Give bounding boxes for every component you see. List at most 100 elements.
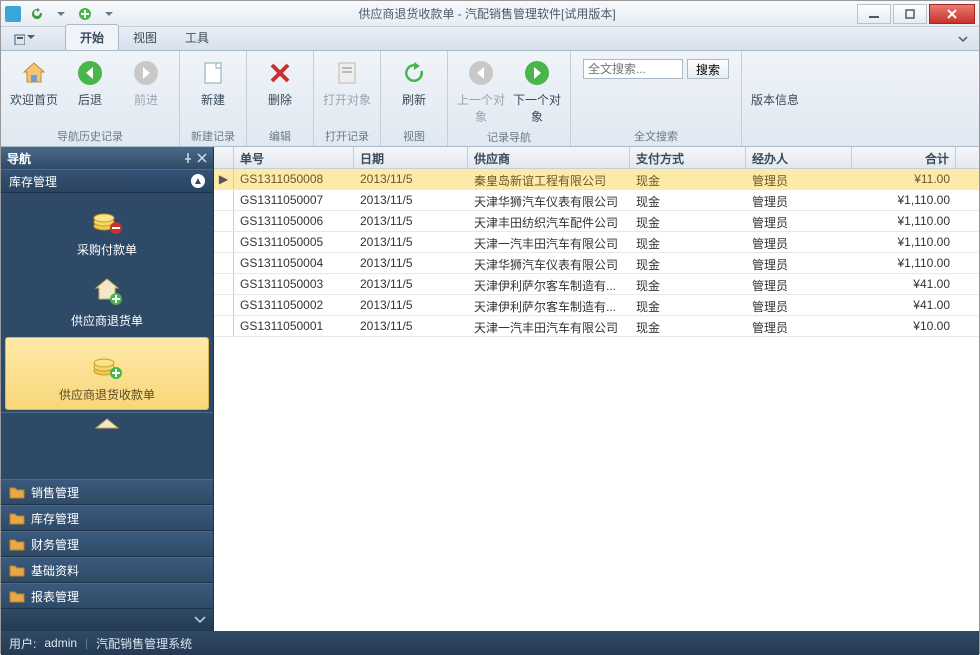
file-menu-button[interactable] (7, 31, 45, 47)
ribbon-group-search: 搜索 全文搜索 (571, 51, 742, 146)
forward-button: 前进 (119, 55, 173, 110)
cell-total: ¥1,110.00 (852, 253, 956, 273)
col-date[interactable]: 日期 (354, 147, 468, 168)
cell-supplier: 天津华狮汽车仪表有限公司 (468, 190, 630, 210)
cell-id: GS1311050006 (234, 211, 354, 231)
forward-icon (130, 57, 162, 89)
cell-id: GS1311050004 (234, 253, 354, 273)
minimize-button[interactable] (857, 4, 891, 24)
col-pay[interactable]: 支付方式 (630, 147, 746, 168)
nav-section-header[interactable]: 库存管理 ▲ (1, 169, 213, 193)
cell-op: 管理员 (746, 232, 852, 252)
status-user: admin (44, 636, 77, 650)
cell-id: GS1311050008 (234, 169, 354, 189)
cell-op: 管理员 (746, 190, 852, 210)
cell-op: 管理员 (746, 211, 852, 231)
col-id[interactable]: 单号 (234, 147, 354, 168)
cell-date: 2013/11/5 (354, 253, 468, 273)
nav-cat-finance[interactable]: 财务管理 (1, 531, 213, 557)
coins-plus-icon (89, 346, 125, 382)
back-icon (74, 57, 106, 89)
maximize-button[interactable] (893, 4, 927, 24)
nav-item-partial[interactable] (1, 412, 213, 432)
grid-body[interactable]: ▶GS13110500082013/11/5秦皇岛新谊工程有限公司现金管理员¥1… (214, 169, 979, 631)
col-op[interactable]: 经办人 (746, 147, 852, 168)
status-app: 汽配销售管理系统 (96, 635, 192, 652)
nav-cat-reports[interactable]: 报表管理 (1, 583, 213, 609)
status-user-label: 用户: (9, 635, 36, 652)
col-supplier[interactable]: 供应商 (468, 147, 630, 168)
next-icon (521, 57, 553, 89)
group-title-edit: 编辑 (253, 126, 307, 144)
table-row[interactable]: ▶GS13110500082013/11/5秦皇岛新谊工程有限公司现金管理员¥1… (214, 169, 979, 190)
house-icon (89, 417, 125, 432)
ribbon-group-open: 打开对象 打开记录 (314, 51, 381, 146)
col-total[interactable]: 合计 (852, 147, 956, 168)
table-row[interactable]: GS13110500022013/11/5天津伊利萨尔客车制造有...现金管理员… (214, 295, 979, 316)
table-row[interactable]: GS13110500072013/11/5天津华狮汽车仪表有限公司现金管理员¥1… (214, 190, 979, 211)
coins-minus-icon (89, 201, 125, 237)
cell-date: 2013/11/5 (354, 190, 468, 210)
table-row[interactable]: GS13110500032013/11/5天津伊利萨尔客车制造有...现金管理员… (214, 274, 979, 295)
delete-button[interactable]: 删除 (253, 55, 307, 110)
nav-cat-sales[interactable]: 销售管理 (1, 479, 213, 505)
close-button[interactable] (929, 4, 975, 24)
version-button[interactable]: 版本信息 (748, 55, 802, 110)
cell-supplier: 天津丰田纺织汽车配件公司 (468, 211, 630, 231)
table-row[interactable]: GS13110500062013/11/5天津丰田纺织汽车配件公司现金管理员¥1… (214, 211, 979, 232)
tab-view[interactable]: 视图 (119, 25, 171, 50)
ribbon: 欢迎首页 后退 前进 导航历史记录 新建 新建记录 删除 (1, 51, 979, 147)
cell-op: 管理员 (746, 253, 852, 273)
nav-close-icon[interactable] (197, 153, 207, 163)
nav-item-supplier-return[interactable]: 供应商退货单 (1, 264, 213, 335)
nav-panel: 导航 库存管理 ▲ 采购付款单 供应商退货单 供应商退货收款单 (1, 147, 214, 631)
row-indicator (214, 316, 234, 336)
table-row[interactable]: GS13110500052013/11/5天津一汽丰田汽车有限公司现金管理员¥1… (214, 232, 979, 253)
next-record-button[interactable]: 下一个对象 (510, 55, 564, 127)
status-bar: 用户: admin | 汽配销售管理系统 (1, 631, 979, 655)
home-button[interactable]: 欢迎首页 (7, 55, 61, 110)
new-button[interactable]: 新建 (186, 55, 240, 110)
refresh-button[interactable]: 刷新 (387, 55, 441, 110)
collapse-icon[interactable]: ▲ (191, 174, 205, 188)
cell-pay: 现金 (630, 232, 746, 252)
nav-pin-icon[interactable] (183, 153, 193, 163)
search-button[interactable]: 搜索 (687, 59, 729, 79)
nav-body: 采购付款单 供应商退货单 供应商退货收款单 (1, 193, 213, 479)
group-title-open: 打开记录 (320, 126, 374, 144)
open-button: 打开对象 (320, 55, 374, 110)
row-indicator (214, 211, 234, 231)
group-title-history: 导航历史记录 (7, 126, 173, 144)
cell-supplier: 天津伊利萨尔客车制造有... (468, 295, 630, 315)
ribbon-group-version: 版本信息 (742, 51, 808, 146)
nav-item-purchase-payment[interactable]: 采购付款单 (1, 193, 213, 264)
cell-op: 管理员 (746, 274, 852, 294)
cell-date: 2013/11/5 (354, 295, 468, 315)
prev-icon (465, 57, 497, 89)
search-input[interactable] (583, 59, 683, 79)
cell-id: GS1311050001 (234, 316, 354, 336)
qat-refresh-button[interactable] (27, 4, 47, 24)
cell-pay: 现金 (630, 316, 746, 336)
data-grid: 单号 日期 供应商 支付方式 经办人 合计 ▶GS13110500082013/… (214, 147, 979, 631)
cell-pay: 现金 (630, 211, 746, 231)
new-icon (197, 57, 229, 89)
qat-dropdown-2[interactable] (99, 4, 119, 24)
back-button[interactable]: 后退 (63, 55, 117, 110)
qat-dropdown-1[interactable] (51, 4, 71, 24)
nav-cat-basic[interactable]: 基础资料 (1, 557, 213, 583)
qat-add-button[interactable] (75, 4, 95, 24)
nav-item-supplier-return-receipt[interactable]: 供应商退货收款单 (5, 337, 209, 410)
home-icon (18, 57, 50, 89)
nav-more-icon[interactable] (193, 615, 207, 625)
nav-cat-inventory[interactable]: 库存管理 (1, 505, 213, 531)
cell-id: GS1311050003 (234, 274, 354, 294)
cell-id: GS1311050002 (234, 295, 354, 315)
cell-total: ¥41.00 (852, 274, 956, 294)
ribbon-collapse-button[interactable] (953, 31, 973, 47)
table-row[interactable]: GS13110500012013/11/5天津一汽丰田汽车有限公司现金管理员¥1… (214, 316, 979, 337)
table-row[interactable]: GS13110500042013/11/5天津华狮汽车仪表有限公司现金管理员¥1… (214, 253, 979, 274)
tab-tools[interactable]: 工具 (171, 25, 223, 50)
cell-supplier: 秦皇岛新谊工程有限公司 (468, 169, 630, 189)
tab-start[interactable]: 开始 (65, 24, 119, 50)
